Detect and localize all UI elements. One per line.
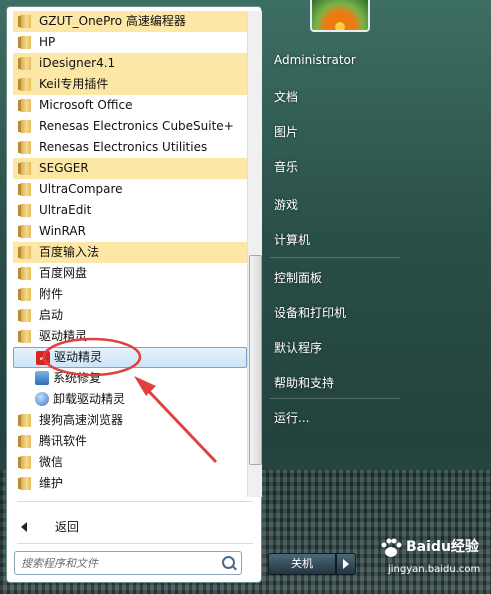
annotation-arrow-line	[138, 380, 218, 464]
annotation-arrow-head	[134, 376, 156, 396]
baidu-watermark: Baidu经验 jingyan.baidu.com	[380, 536, 488, 584]
watermark-title: Baidu经验	[406, 539, 479, 555]
watermark-url: jingyan.baidu.com	[388, 564, 481, 575]
annotation-overlay	[42, 337, 218, 464]
annotation-ellipse	[42, 337, 142, 377]
baidu-paw-icon	[381, 538, 402, 557]
